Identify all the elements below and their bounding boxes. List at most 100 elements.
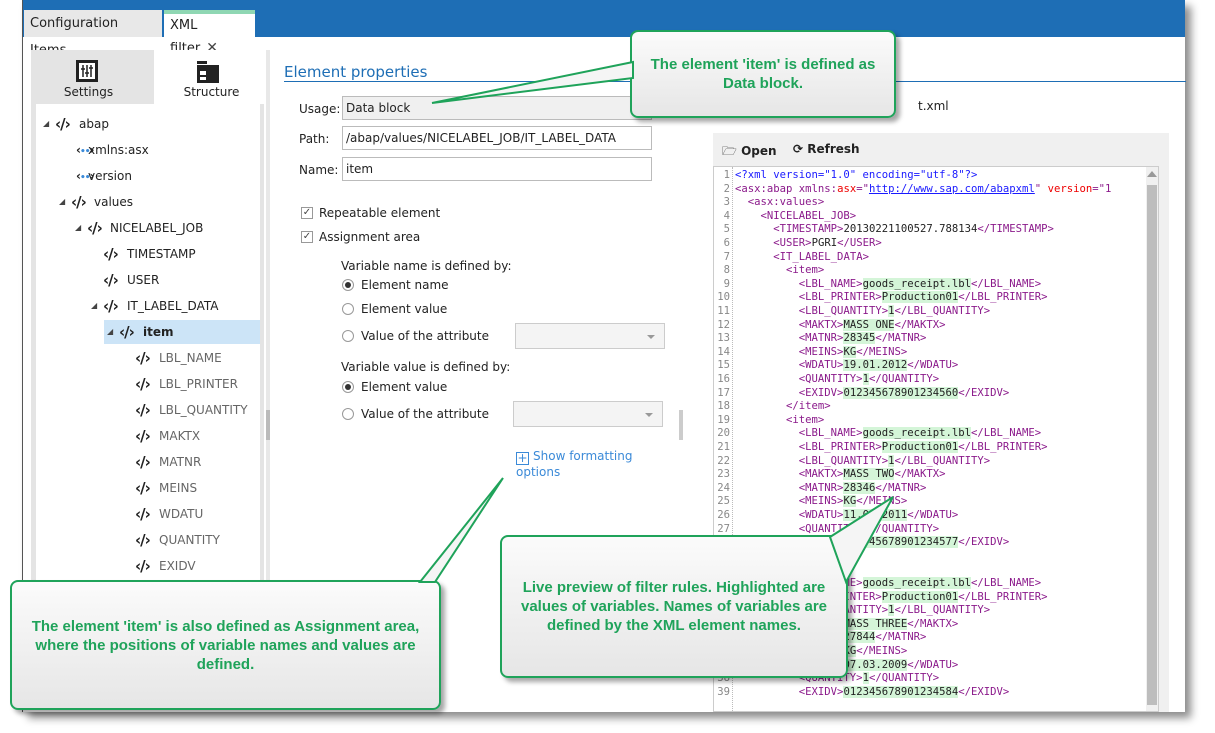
tree-node-exidv[interactable]: ‹/›EXIDV [36,554,260,578]
tree-node-quantity[interactable]: ‹/›QUANTITY [36,528,260,552]
name-attribute-dropdown[interactable] [515,323,665,349]
code-content: <WDATU>11.01.2011</WDATU> [735,509,958,523]
callout-live-preview: Live preview of filter rules. Highlighte… [500,535,848,678]
line-number: 6 [714,237,730,251]
code-content: <MATNR>28345</MATNR> [735,332,926,346]
tree-node-it-label-data[interactable]: ◢‹/›IT_LABEL_DATA [36,294,260,318]
tree-node-lbl-printer[interactable]: ‹/›LBL_PRINTER [36,372,260,396]
tree-node-timestamp[interactable]: ‹/›TIMESTAMP [36,242,260,266]
xml-token-tag: </MEINS> [856,645,907,657]
scrollbar-thumb[interactable] [1147,185,1157,705]
xml-token-tag: <LBL_PRINTER> [799,291,882,303]
xml-token-tag: </MATNR> [875,482,926,494]
code-content: <LBL_PRINTER>Production01</LBL_PRINTER> [735,441,1048,455]
tree-node-user[interactable]: ‹/›USER [36,268,260,292]
repeatable-element-checkbox[interactable]: ✓ [301,207,313,219]
variable-value-highlight: MASS ONE [843,319,894,331]
xml-token-plain [735,291,799,303]
tree-node-values[interactable]: ◢‹/›values [36,190,260,214]
xml-token-tag: <MEINS> [799,495,844,507]
scrollbar-thumb[interactable] [266,410,270,440]
xml-token-tag: </WDATU> [907,359,958,371]
xml-token-plain [735,305,799,317]
xml-token-tag: <USER> [773,237,811,249]
variable-value-highlight: MASS TWO [843,468,894,480]
code-content: <MAKTX>MASS TWO</MAKTX> [735,468,946,482]
expand-toggle-icon[interactable]: ◢ [91,294,97,318]
tab-configuration-items[interactable]: Configuration Items [24,10,162,37]
xml-token-tag: <MATNR> [799,482,844,494]
line-number: 5 [714,223,730,237]
code-content: <LBL_NAME>goods_receipt.lbl</LBL_NAME> [735,278,1041,292]
variable-value-highlight: 012345678901234560 [843,387,958,399]
tree-node-meins[interactable]: ‹/›MEINS [36,476,260,500]
radio-attribute-value[interactable] [342,330,354,342]
tree-node-lbl-quantity[interactable]: ‹/›LBL_QUANTITY [36,398,260,422]
usage-select[interactable]: Data block [342,96,652,120]
tree-node-lbl-name[interactable]: ‹/›LBL_NAME [36,346,260,370]
variable-value-highlight: 28345 [843,332,875,344]
variable-value-highlight: 28346 [843,482,875,494]
tab-settings[interactable]: Settings [31,50,146,104]
radio-value-element-value[interactable] [342,381,354,393]
tab-structure[interactable]: Structure [154,50,269,104]
scroll-up-arrow-icon[interactable] [1147,171,1157,177]
expand-toggle-icon[interactable]: ◢ [43,112,49,136]
tree-node-version[interactable]: ‹••›version [36,164,260,188]
xml-element-icon: ‹/› [71,190,86,214]
show-formatting-options-link[interactable]: +Show formatting options [516,449,679,479]
tree-node-item[interactable]: ◢‹/›item [104,320,260,344]
xml-token-plain [735,414,786,426]
name-field[interactable]: item [342,157,652,181]
xml-token-tag: </MATNR> [875,631,926,643]
tree-node-nicelabel-job[interactable]: ◢‹/›NICELABEL_JOB [36,216,260,240]
variable-value-highlight: goods_receipt.lbl [863,427,971,439]
xml-token-plain [735,686,799,698]
xml-token-pi: <?xml version="1.0" encoding="utf-8"?> [735,169,977,181]
xml-token-tag: </LBL_QUANTITY> [894,305,990,317]
variable-value-highlight: KG [843,346,856,358]
xml-token-tag: ="1 [1092,183,1111,195]
section-title: Element properties [284,63,427,81]
tree-node-label: QUANTITY [159,528,220,552]
code-content: <item> [735,414,824,428]
folder-open-icon: 🗁 [722,144,737,158]
document-tab-bar: Configuration Items XML filter✕ [23,0,1185,37]
expand-toggle-icon[interactable]: ◢ [107,320,113,344]
refresh-button[interactable]: ⟳ Refresh [793,142,860,156]
expand-toggle-icon[interactable]: ◢ [75,216,81,240]
assignment-area-checkbox[interactable]: ✓ [301,231,313,243]
path-field[interactable]: /abap/values/NICELABEL_JOB/IT_LABEL_DATA [342,126,652,150]
tree-node-wdatu[interactable]: ‹/›WDATU [36,502,260,526]
tree-node-abap[interactable]: ◢‹/›abap [36,112,260,136]
tree-node-maktx[interactable]: ‹/›MAKTX [36,424,260,448]
code-content: <MAKTX>MASS ONE</MAKTX> [735,319,946,333]
xml-element-icon: ‹/› [135,554,150,578]
preview-scrollbar[interactable] [1146,167,1158,711]
xml-token-tag: <LBL_NAME> [799,278,863,290]
structure-label: Structure [154,85,269,99]
radio-element-name[interactable] [342,279,354,291]
variable-value-highlight: goods_receipt.lbl [863,577,971,589]
xml-token-tag: </EXIDV> [958,387,1009,399]
variable-value-highlight: 07.03.2009 [843,659,907,671]
line-number: 18 [714,400,730,414]
xml-token-plain [735,196,748,208]
tab-xml-filter[interactable]: XML filter✕ [164,10,255,37]
tree-node-matnr[interactable]: ‹/›MATNR [36,450,260,474]
expand-toggle-icon[interactable]: ◢ [59,190,65,214]
radio-element-value[interactable] [342,303,354,315]
panel-splitter[interactable] [679,410,683,440]
xml-token-plain [735,264,786,276]
xml-token-tag: </MAKTX> [907,618,958,630]
value-attribute-dropdown[interactable] [513,401,663,427]
line-number: 1 [714,169,730,183]
code-content: <LBL_PRINTER>Production01</LBL_PRINTER> [735,291,1048,305]
line-number: 4 [714,210,730,224]
xml-token-tag: " [1035,183,1048,195]
radio-value-attribute[interactable] [342,408,354,420]
open-button[interactable]: 🗁 Open [722,142,777,163]
line-number: 39 [714,686,730,700]
xml-token-tag: </LBL_NAME> [971,427,1041,439]
tree-node-xmlns-asx[interactable]: ‹••›xmlns:asx [36,138,260,162]
